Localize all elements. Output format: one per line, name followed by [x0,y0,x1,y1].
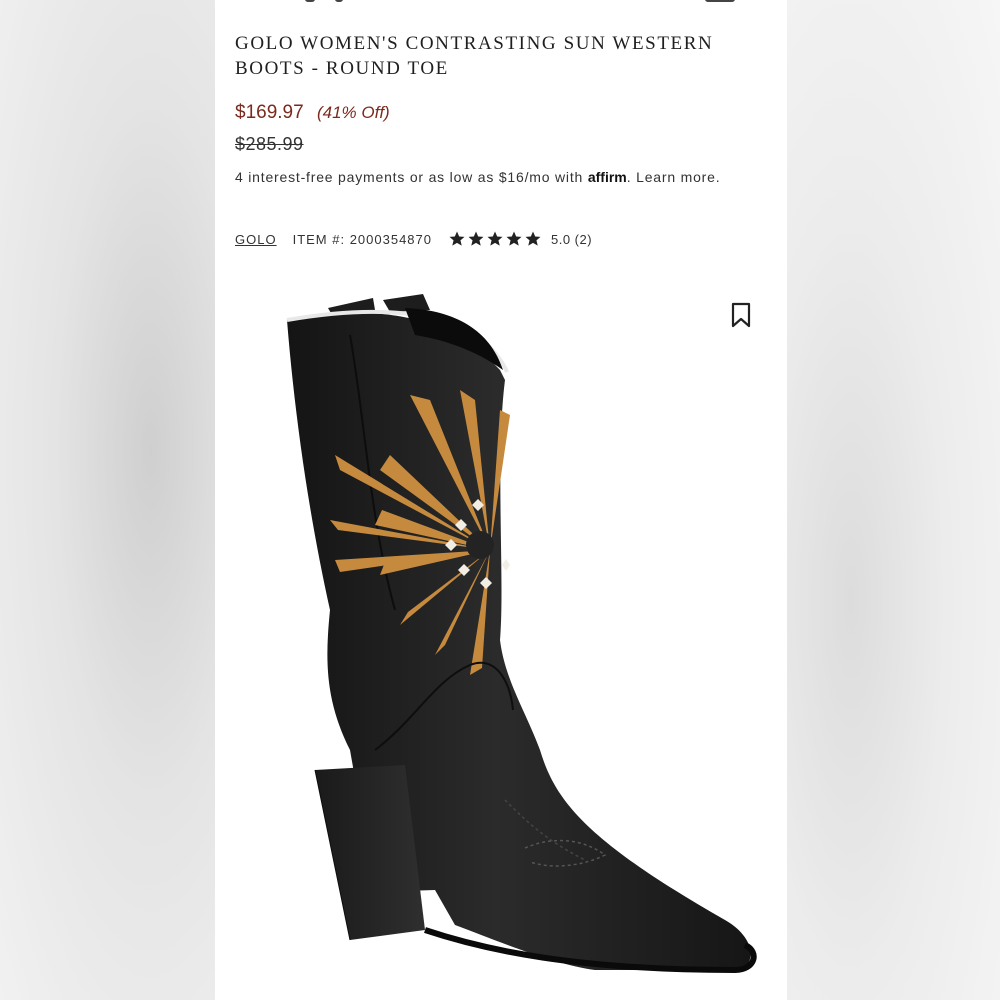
star-icon [468,231,484,246]
price-row: $169.97 (41% Off) [235,102,390,124]
star-icon [525,231,541,246]
product-meta: GOLO ITEM #: 2000354870 5.0 (2) [235,230,592,248]
discount-label: (41% Off) [316,103,390,122]
cropped-header [215,0,787,6]
affirm-message: 4 interest-free payments or as low as $1… [235,169,721,185]
rating-stars[interactable] [448,230,543,248]
right-backdrop [787,0,1000,1000]
product-image[interactable] [255,280,775,1000]
original-price: $285.99 [235,134,304,154]
item-number: ITEM #: 2000354870 [292,231,432,247]
star-icon [506,231,522,246]
product-panel: GOLO WOMEN'S CONTRASTING SUN WESTERN BOO… [215,0,787,1000]
brand-link[interactable]: GOLO [235,232,277,247]
affirm-logo: affirm [587,169,627,185]
payments-text: 4 interest-free payments or as low as $1… [235,169,584,185]
sale-price: $169.97 [235,102,304,123]
product-title: GOLO WOMEN'S CONTRASTING SUN WESTERN BOO… [235,33,714,79]
rating-summary[interactable]: 5.0 (2) [551,232,592,247]
star-icon [487,231,503,246]
star-icon [449,231,465,246]
left-backdrop [0,0,215,1000]
learn-more-link[interactable]: Learn more. [636,169,720,185]
